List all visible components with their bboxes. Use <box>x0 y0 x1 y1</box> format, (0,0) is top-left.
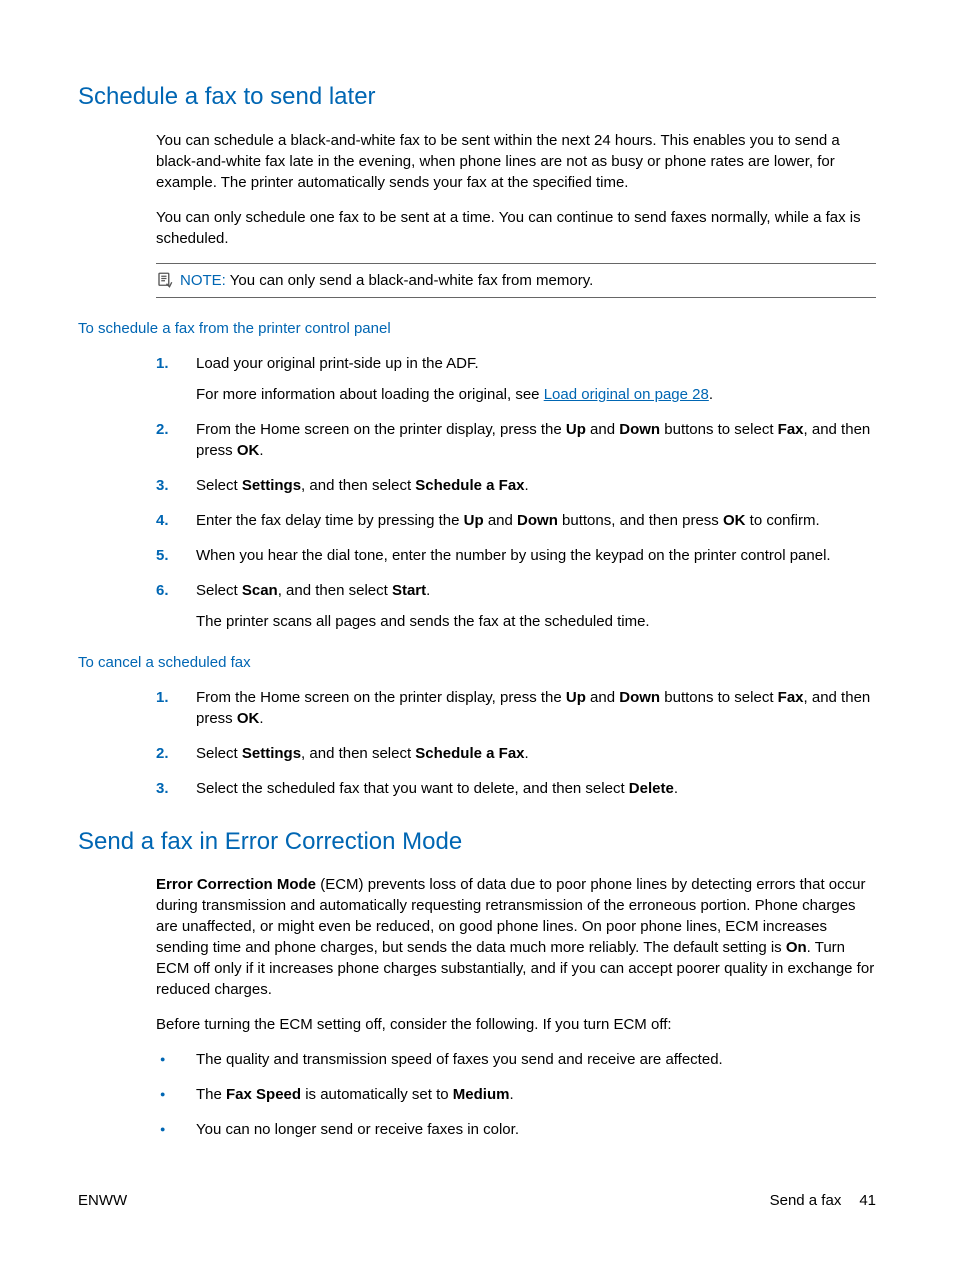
footer-page-number: 41 <box>859 1190 876 1211</box>
list-item: From the Home screen on the printer disp… <box>156 419 876 461</box>
note-label: NOTE: <box>180 272 226 289</box>
link-load-original[interactable]: Load original on page 28 <box>544 386 709 403</box>
list-item: Select the scheduled fax that you want t… <box>156 778 876 799</box>
subheading-schedule-from-panel: To schedule a fax from the printer contr… <box>78 318 876 339</box>
steps-schedule: Load your original print-side up in the … <box>156 353 876 632</box>
bullet-list: The quality and transmission speed of fa… <box>156 1049 876 1140</box>
paragraph: Error Correction Mode (ECM) prevents los… <box>156 874 876 1000</box>
list-item: Enter the fax delay time by pressing the… <box>156 510 876 531</box>
list-item: Select Scan, and then select Start. The … <box>156 580 876 632</box>
note-box: NOTE: You can only send a black-and-whit… <box>156 263 876 298</box>
footer-section: Send a fax <box>770 1190 842 1211</box>
list-item: When you hear the dial tone, enter the n… <box>156 545 876 566</box>
paragraph: You can schedule a black-and-white fax t… <box>156 130 876 193</box>
heading-schedule-fax: Schedule a fax to send later <box>78 80 876 114</box>
steps-cancel: From the Home screen on the printer disp… <box>156 687 876 799</box>
list-item: Load your original print-side up in the … <box>156 353 876 405</box>
list-item: Select Settings, and then select Schedul… <box>156 743 876 764</box>
subheading-cancel-scheduled: To cancel a scheduled fax <box>78 652 876 673</box>
page-footer: ENWW Send a fax 41 <box>78 1190 876 1211</box>
list-item: From the Home screen on the printer disp… <box>156 687 876 729</box>
list-item: The quality and transmission speed of fa… <box>156 1049 876 1070</box>
heading-ecm: Send a fax in Error Correction Mode <box>78 825 876 859</box>
list-item: You can no longer send or receive faxes … <box>156 1119 876 1140</box>
footer-left: ENWW <box>78 1190 127 1211</box>
paragraph: You can only schedule one fax to be sent… <box>156 207 876 249</box>
paragraph: Before turning the ECM setting off, cons… <box>156 1014 876 1035</box>
note-text: You can only send a black-and-white fax … <box>230 272 594 289</box>
list-item: Select Settings, and then select Schedul… <box>156 475 876 496</box>
note-icon <box>156 271 174 289</box>
list-item: The Fax Speed is automatically set to Me… <box>156 1084 876 1105</box>
